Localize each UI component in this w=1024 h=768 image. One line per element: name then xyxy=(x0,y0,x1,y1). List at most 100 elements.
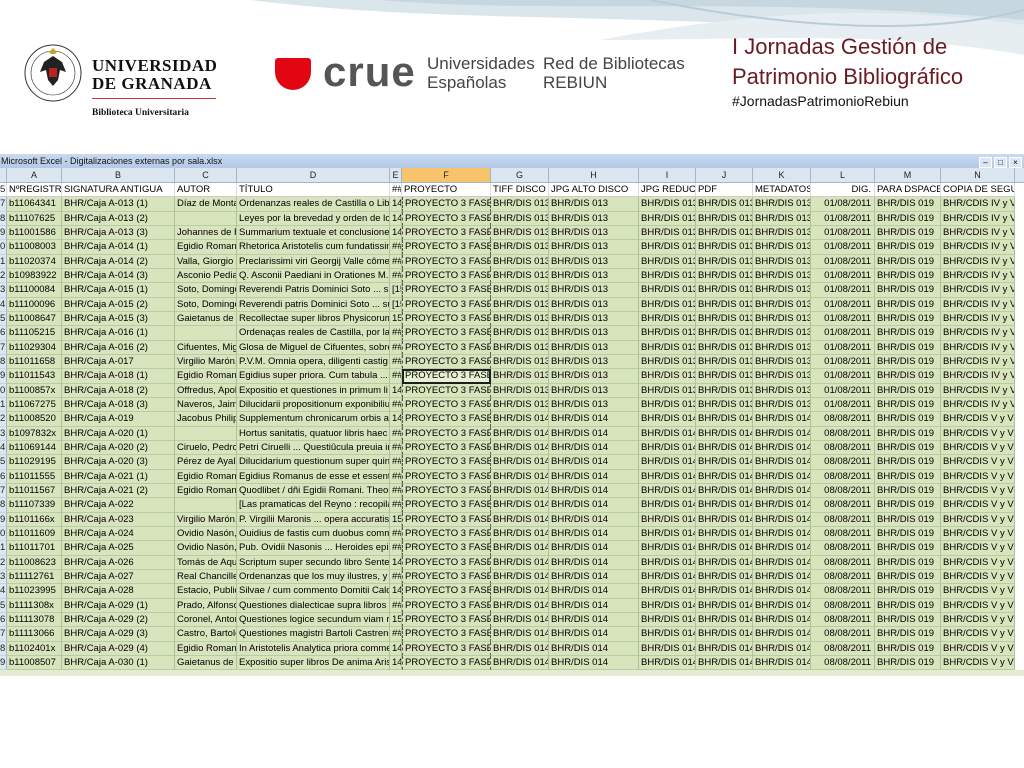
table-cell[interactable]: BHR/Caja A-016 (1) xyxy=(62,326,175,341)
table-cell[interactable]: BHR/DIS 013 xyxy=(753,254,811,269)
row-number[interactable]: 9 xyxy=(0,225,7,241)
table-cell[interactable]: PROYECTO 3 FASE IV xyxy=(402,641,491,656)
table-cell[interactable]: PROYECTO 3 FASE IV xyxy=(402,283,491,298)
table-cell[interactable]: 08/08/2011 xyxy=(811,483,875,499)
table-cell[interactable]: BHR/DIS 014 xyxy=(639,641,696,656)
table-cell[interactable]: 08/08/2011 xyxy=(811,584,875,599)
table-cell[interactable]: 08/08/2011 xyxy=(811,469,875,484)
table-cell[interactable]: BHR/DIS 014 xyxy=(491,584,549,599)
table-cell[interactable]: BHR/DIS 013 xyxy=(639,211,696,226)
table-cell[interactable]: ## xyxy=(390,326,402,341)
table-cell[interactable]: PROYECTO 3 FASE IV xyxy=(402,498,491,513)
table-cell[interactable]: BHR/DIS 014 xyxy=(491,598,549,613)
table-cell[interactable]: BHR/DIS 014 xyxy=(639,455,696,470)
table-cell[interactable]: BHR/DIS 013 xyxy=(696,354,753,370)
table-cell[interactable]: BHR/DIS 013 xyxy=(696,369,753,384)
table-cell[interactable]: BHR/CDIS V y VII xyxy=(941,483,1015,499)
table-cell[interactable]: BHR/CDIS V y VII xyxy=(941,655,1015,671)
table-cell[interactable]: b11113078 xyxy=(7,612,62,628)
table-cell[interactable]: BHR/DIS 013 xyxy=(491,283,549,298)
column-header-l[interactable]: L xyxy=(811,168,875,182)
table-cell[interactable]: BHR/DIS 014 xyxy=(696,569,753,585)
table-cell[interactable]: BHR/Caja A-018 (3) xyxy=(62,397,175,413)
row-number[interactable]: 3 xyxy=(0,426,7,441)
table-cell[interactable]: ## xyxy=(390,240,402,255)
column-title-cell[interactable]: ## xyxy=(390,183,402,198)
table-cell[interactable]: BHR/Caja A-020 (1) xyxy=(62,426,175,441)
table-cell[interactable]: BHR/DIS 014 xyxy=(491,569,549,585)
table-cell[interactable]: PROYECTO 3 FASE IV xyxy=(402,354,491,370)
row-number[interactable]: 6 xyxy=(0,612,7,628)
table-cell[interactable]: BHR/DIS 014 xyxy=(696,655,753,671)
table-cell[interactable]: BHR/CDIS V y VII xyxy=(941,426,1015,441)
table-cell[interactable]: BHR/DIS 014 xyxy=(753,627,811,642)
table-cell[interactable]: BHR/DIS 013 xyxy=(639,254,696,269)
table-cell[interactable]: PROYECTO 3 FASE IV xyxy=(402,627,491,642)
table-cell[interactable]: PROYECTO 3 FASE IV xyxy=(402,612,491,628)
table-cell[interactable]: 08/08/2011 xyxy=(811,569,875,585)
table-cell[interactable]: BHR/DIS 014 xyxy=(696,627,753,642)
table-cell[interactable]: PROYECTO 3 FASE IV xyxy=(402,426,491,441)
table-cell[interactable]: BHR/DIS 019 xyxy=(875,541,941,556)
table-cell[interactable]: Reverendi Patris Dominici Soto ... su xyxy=(237,283,390,298)
table-cell[interactable]: Glosa de Miguel de Cifuentes, sobre xyxy=(237,340,390,355)
table-cell[interactable]: BHR/DIS 013 xyxy=(549,225,639,241)
table-cell[interactable]: BHR/DIS 013 xyxy=(491,197,549,212)
table-cell[interactable]: Egidio Romano xyxy=(175,469,237,484)
table-cell[interactable]: BHR/DIS 014 xyxy=(491,541,549,556)
table-cell[interactable]: BHR/Caja A-013 (1) xyxy=(62,197,175,212)
table-cell[interactable]: 01/08/2011 xyxy=(811,354,875,370)
table-cell[interactable]: BHR/CDIS IV y VII xyxy=(941,383,1015,398)
table-cell[interactable]: ## xyxy=(390,354,402,370)
table-cell[interactable]: BHR/CDIS IV y VII xyxy=(941,211,1015,226)
table-cell[interactable]: P. Virgilii Maronis ... opera accuratis xyxy=(237,512,390,527)
table-cell[interactable]: BHR/Caja A-029 (1) xyxy=(62,598,175,613)
table-cell[interactable]: BHR/CDIS V y VII xyxy=(941,627,1015,642)
table-cell[interactable]: BHR/DIS 014 xyxy=(549,455,639,470)
row-number[interactable]: 7 xyxy=(0,627,7,642)
table-cell[interactable]: BHR/Caja A-022 xyxy=(62,498,175,513)
table-cell[interactable]: BHR/DIS 019 xyxy=(875,598,941,613)
table-cell[interactable]: 01/08/2011 xyxy=(811,268,875,284)
table-cell[interactable]: BHR/DIS 013 xyxy=(549,254,639,269)
table-cell[interactable]: BHR/DIS 014 xyxy=(696,426,753,441)
column-header-m[interactable]: M xyxy=(875,168,941,182)
table-cell[interactable]: ## xyxy=(390,498,402,513)
table-cell[interactable]: BHR/CDIS V y VII xyxy=(941,555,1015,570)
table-cell[interactable]: b11011543 xyxy=(7,369,62,384)
table-cell[interactable]: BHR/DIS 014 xyxy=(639,498,696,513)
table-cell[interactable]: BHR/DIS 019 xyxy=(875,268,941,284)
table-cell[interactable]: PROYECTO 3 FASE IV xyxy=(402,569,491,585)
column-title-cell[interactable]: PROYECTO xyxy=(402,183,491,198)
table-cell[interactable]: BHR/DIS 013 xyxy=(639,326,696,341)
table-cell[interactable]: Asconio Pedia xyxy=(175,268,237,284)
table-cell[interactable]: ## xyxy=(390,397,402,413)
table-cell[interactable]: BHR/DIS 013 xyxy=(696,268,753,284)
table-cell[interactable]: PROYECTO 3 FASE IV xyxy=(402,211,491,226)
table-cell[interactable]: Egidius super priora. Cum tabula ... xyxy=(237,369,390,384)
table-cell[interactable]: BHR/DIS 013 xyxy=(639,397,696,413)
table-cell[interactable]: 149 xyxy=(390,197,402,212)
table-cell[interactable]: BHR/CDIS V y VII xyxy=(941,412,1015,427)
table-cell[interactable]: BHR/Caja A-020 (3) xyxy=(62,455,175,470)
table-cell[interactable]: 151 xyxy=(390,612,402,628)
table-cell[interactable]: BHR/CDIS V y VII xyxy=(941,569,1015,585)
table-cell[interactable]: BHR/DIS 013 xyxy=(549,197,639,212)
table-cell[interactable]: Valla, Giorgio xyxy=(175,254,237,269)
table-cell[interactable]: BHR/Caja A-015 (2) xyxy=(62,297,175,312)
table-cell[interactable]: BHR/CDIS IV y VII xyxy=(941,311,1015,327)
table-cell[interactable]: BHR/DIS 014 xyxy=(696,512,753,527)
table-cell[interactable]: BHR/DIS 013 xyxy=(491,326,549,341)
table-cell[interactable]: BHR/DIS 014 xyxy=(549,555,639,570)
table-cell[interactable]: Real Chancille xyxy=(175,569,237,585)
table-cell[interactable]: BHR/DIS 019 xyxy=(875,526,941,542)
table-cell[interactable]: Soto, Domingo xyxy=(175,297,237,312)
table-cell[interactable]: 08/08/2011 xyxy=(811,412,875,427)
table-cell[interactable]: PROYECTO 3 FASE IV xyxy=(402,240,491,255)
table-cell[interactable]: BHR/DIS 014 xyxy=(491,426,549,441)
table-cell[interactable]: BHR/DIS 014 xyxy=(639,555,696,570)
table-cell[interactable]: 08/08/2011 xyxy=(811,512,875,527)
table-cell[interactable]: BHR/Caja A-026 xyxy=(62,555,175,570)
table-cell[interactable]: BHR/DIS 013 xyxy=(491,225,549,241)
table-cell[interactable]: BHR/DIS 013 xyxy=(491,240,549,255)
